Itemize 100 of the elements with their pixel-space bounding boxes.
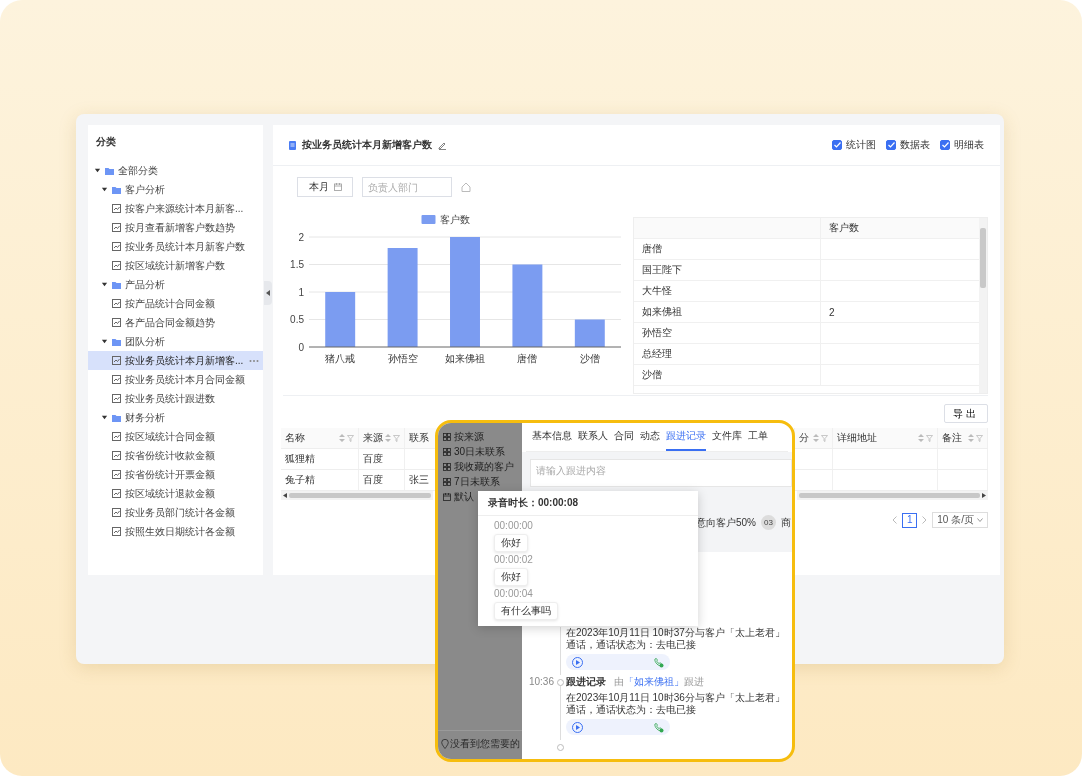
view-item[interactable]: 按来源 <box>443 429 484 444</box>
tree-folder[interactable]: 团队分析 <box>88 332 263 351</box>
page-size-select[interactable]: 10 条/页 <box>932 512 988 528</box>
tree-item[interactable]: 按区域统计退款金额 <box>88 484 263 503</box>
grid-icon <box>443 477 451 486</box>
cell-value: 百度 <box>363 473 383 487</box>
tab[interactable]: 联系人 <box>578 423 608 451</box>
category-label: 孙悟空 <box>387 353 418 364</box>
stage-number: 03 <box>761 515 776 530</box>
tree-item[interactable]: 按业务员统计本月新增客... <box>88 351 263 370</box>
tree-folder[interactable]: 产品分析 <box>88 275 263 294</box>
next-page-icon[interactable] <box>922 516 928 524</box>
home-icon[interactable] <box>461 182 471 192</box>
period-picker[interactable]: 本月 <box>297 177 353 197</box>
chart-icon <box>112 451 121 460</box>
page-button[interactable]: 1 <box>902 512 918 528</box>
view-item[interactable]: 7日未联系 <box>443 474 500 489</box>
filter-icon[interactable] <box>393 434 400 442</box>
calendar-icon <box>333 183 342 191</box>
chart-legend[interactable]: 客户数 <box>421 214 470 225</box>
tree-item[interactable]: 按业务员统计本月合同金额 <box>88 370 263 389</box>
view-hint[interactable]: 没看到您需要的 <box>438 730 522 759</box>
scroll-arrow-icon[interactable] <box>283 493 287 498</box>
tree-folder[interactable]: 财务分析 <box>88 408 263 427</box>
follow-up-field[interactable]: 请输入跟进内容 <box>530 459 792 487</box>
tick-label: 1.5 <box>290 259 304 270</box>
sort-icon[interactable] <box>339 434 345 442</box>
tree-item[interactable]: 按业务员统计本月新客户数 <box>88 237 263 256</box>
scroll-bar[interactable] <box>797 491 988 500</box>
view-item[interactable]: 默认 <box>443 489 474 504</box>
tab[interactable]: 工单 <box>748 423 768 451</box>
filter-icon[interactable] <box>976 434 983 442</box>
tree-item[interactable]: 按省份统计开票金额 <box>88 465 263 484</box>
calendar-icon <box>443 492 451 501</box>
checkbox-label[interactable]: 数据表 <box>900 138 930 152</box>
tree-item[interactable]: 按区域统计合同金额 <box>88 427 263 446</box>
tree-item[interactable]: 各产品合同金额趋势 <box>88 313 263 332</box>
tree-item[interactable]: 按省份统计收款金额 <box>88 446 263 465</box>
filter-icon[interactable] <box>821 434 828 442</box>
column-header: 名称 <box>285 431 305 445</box>
tree-item[interactable]: 按区域统计新增客户数 <box>88 256 263 275</box>
column-header: 详细地址 <box>837 431 877 445</box>
tab[interactable]: 基本信息 <box>532 423 572 451</box>
collapse-handle[interactable] <box>264 281 272 305</box>
cell-value: 张三 <box>409 473 429 487</box>
sort-icon[interactable] <box>918 434 924 442</box>
sort-icon[interactable] <box>813 434 819 442</box>
folder-icon <box>112 280 121 289</box>
chart-icon <box>112 242 121 251</box>
tab[interactable]: 文件库 <box>712 423 742 451</box>
tree-item[interactable]: 按业务员统计跟进数 <box>88 389 263 408</box>
department-field[interactable]: 负责人部门 <box>362 177 452 197</box>
checkbox[interactable] <box>940 140 950 150</box>
cell-value: 总经理 <box>642 347 672 361</box>
recording-title: 录音时长：00:00:08 <box>478 491 698 516</box>
caret-icon <box>266 290 270 296</box>
folder-icon <box>112 337 121 346</box>
filter-icon[interactable] <box>926 434 933 442</box>
caret-icon[interactable] <box>101 338 108 345</box>
scroll-bar[interactable] <box>979 218 987 393</box>
view-item[interactable]: 我收藏的客户 <box>443 459 514 474</box>
tree-item[interactable]: 按照生效日期统计各金额 <box>88 522 263 541</box>
scroll-bar[interactable] <box>281 491 433 500</box>
chart-icon <box>112 375 121 384</box>
edit-icon[interactable] <box>438 140 447 150</box>
tab[interactable]: 动态 <box>640 423 660 451</box>
sort-icon[interactable] <box>385 434 391 442</box>
grid-icon <box>443 447 451 456</box>
view-item[interactable]: 30日未联系 <box>443 444 506 459</box>
checkbox-label[interactable]: 明细表 <box>954 138 984 152</box>
cell-value: 唐僧 <box>642 242 662 256</box>
tree-item[interactable]: 按月查看新增客户数趋势 <box>88 218 263 237</box>
scroll-arrow-icon[interactable] <box>982 493 986 498</box>
checkbox-label[interactable]: 统计图 <box>846 138 876 152</box>
stage-label[interactable]: 商 <box>781 515 791 530</box>
caret-icon[interactable] <box>101 414 108 421</box>
filter-icon[interactable] <box>347 434 354 442</box>
tick-label: 1 <box>298 286 304 298</box>
checkbox[interactable] <box>832 140 842 150</box>
caret-icon[interactable] <box>101 281 108 288</box>
tree-item[interactable]: 按客户来源统计本月新客... <box>88 199 263 218</box>
checkbox[interactable] <box>886 140 896 150</box>
caret-icon[interactable] <box>94 167 101 174</box>
tree-item[interactable]: 按产品统计合同金额 <box>88 294 263 313</box>
category-label: 如来佛祖 <box>445 353 485 364</box>
message-time: 00:00:00 <box>494 520 533 532</box>
tab[interactable]: 合同 <box>614 423 634 451</box>
export-button[interactable]: 导出 <box>944 404 988 423</box>
more-icon[interactable] <box>249 358 259 363</box>
tree-item[interactable]: 按业务员部门统计各金额 <box>88 503 263 522</box>
play-button[interactable] <box>572 721 583 733</box>
tree-folder[interactable]: 全部分类 <box>88 161 263 180</box>
tree-folder[interactable]: 客户分析 <box>88 180 263 199</box>
chart-icon <box>112 489 121 498</box>
play-button[interactable] <box>572 656 583 668</box>
entry-title: 跟进记录 <box>566 675 606 689</box>
sort-icon[interactable] <box>968 434 974 442</box>
previous-page-icon[interactable] <box>892 516 898 524</box>
author-link[interactable]: 「如来佛祖」 <box>624 676 684 687</box>
caret-icon[interactable] <box>101 186 108 193</box>
